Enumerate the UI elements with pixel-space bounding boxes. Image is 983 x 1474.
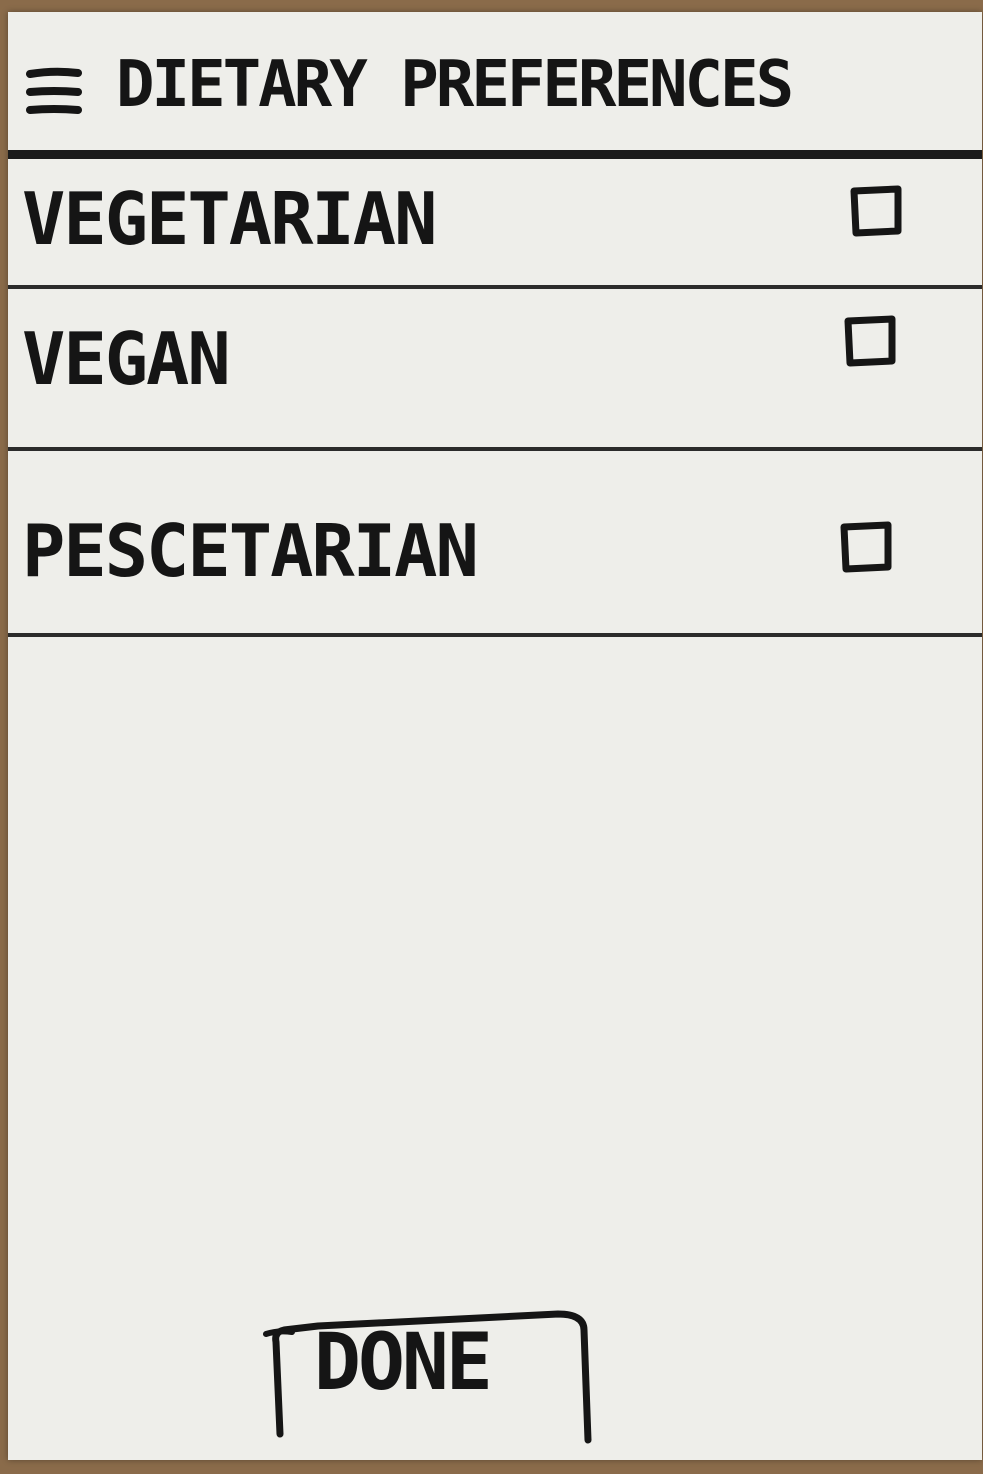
option-row-vegetarian[interactable]: VEGETARIAN (8, 159, 982, 289)
option-label: PESCETARIAN (22, 509, 479, 593)
hamburger-menu-icon[interactable] (26, 64, 82, 120)
option-row-pescetarian[interactable]: PESCETARIAN (8, 451, 982, 637)
option-row-vegan[interactable]: VEGAN (8, 289, 982, 451)
done-button[interactable]: DONE (258, 1294, 594, 1444)
page-title: DIETARY PREFERENCES (116, 48, 794, 122)
sketch-screen: DIETARY PREFERENCES VEGETARIAN VEGAN PES… (8, 12, 982, 1460)
vegan-checkbox[interactable] (842, 313, 898, 369)
vegetarian-checkbox[interactable] (848, 183, 904, 239)
pescetarian-checkbox[interactable] (838, 519, 894, 575)
done-label: DONE (314, 1318, 493, 1408)
option-label: VEGAN (22, 317, 231, 401)
option-label: VEGETARIAN (22, 177, 437, 261)
app-header: DIETARY PREFERENCES (8, 12, 982, 159)
